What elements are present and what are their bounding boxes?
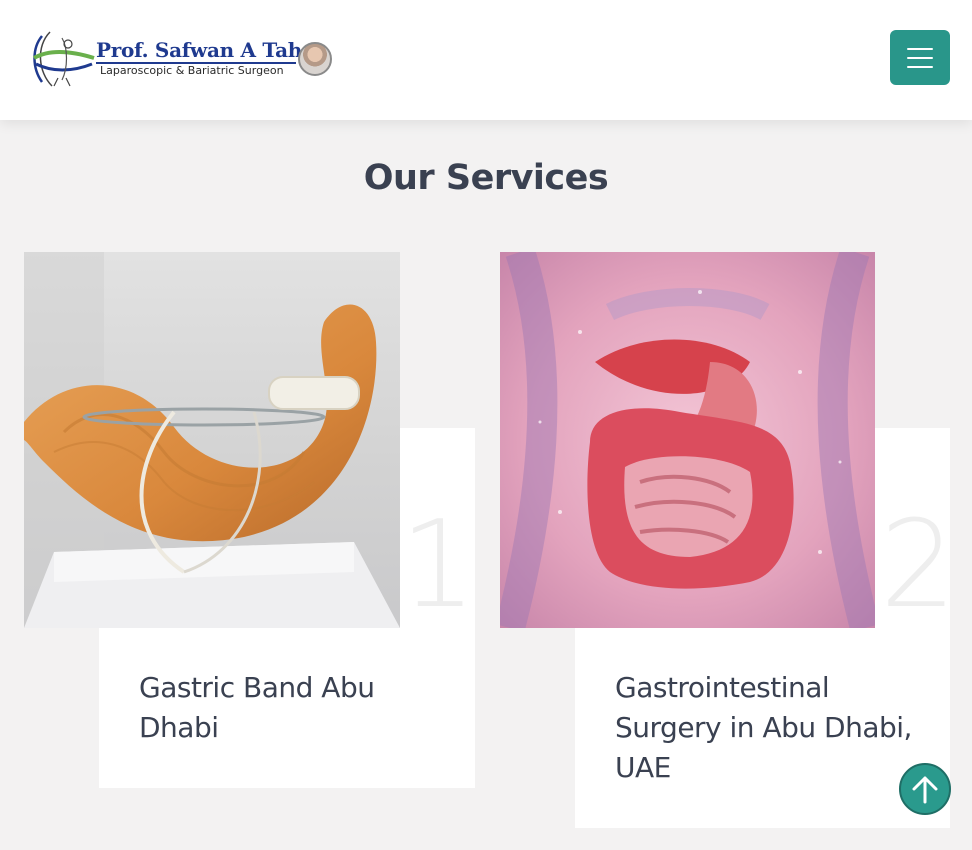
card-number: 1 <box>400 496 477 635</box>
logo-tagline: Laparoscopic & Bariatric Surgeon <box>100 64 284 77</box>
card-title[interactable]: Gastric Band Abu Dhabi <box>139 668 439 748</box>
logo-emblem-icon <box>33 31 95 87</box>
card-title[interactable]: Gastrointestinal Surgery in Abu Dhabi, U… <box>615 668 915 788</box>
card-number: 2 <box>880 496 957 635</box>
site-logo[interactable]: Prof. Safwan A Taha Laparoscopic & Baria… <box>28 28 334 90</box>
section-title: Our Services <box>363 158 609 198</box>
hamburger-icon-bar <box>907 56 933 59</box>
surgeon-avatar <box>298 42 332 76</box>
gastric-band-model-image[interactable] <box>24 252 400 628</box>
back-to-top-button[interactable] <box>899 763 951 815</box>
arrow-up-icon <box>912 776 938 804</box>
site-header: Prof. Safwan A Taha Laparoscopic & Baria… <box>0 0 972 120</box>
menu-toggle-button[interactable] <box>890 30 950 85</box>
hamburger-icon-bar <box>907 65 933 68</box>
hamburger-icon <box>907 47 933 50</box>
digestive-system-image[interactable] <box>500 252 875 628</box>
logo-name: Prof. Safwan A Taha <box>96 38 315 62</box>
